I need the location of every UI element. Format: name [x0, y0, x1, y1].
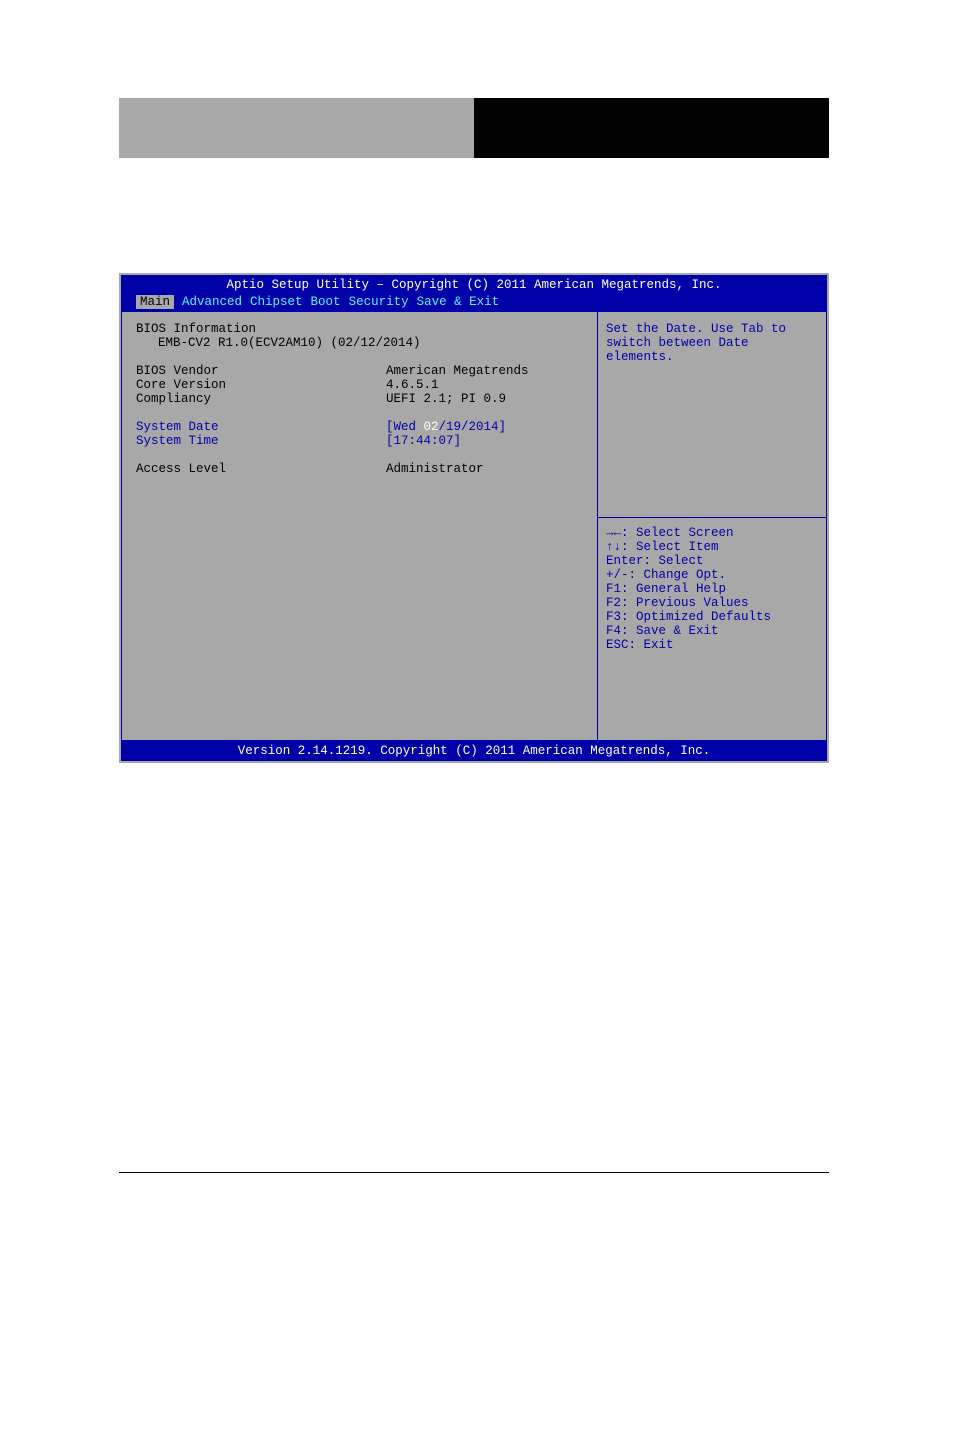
chapter-header-right	[474, 98, 829, 158]
bios-body: BIOS Information EMB-CV2 R1.0(ECV2AM10) …	[121, 311, 827, 741]
row-system-date[interactable]: System Date [Wed 02/19/2014]	[136, 420, 583, 434]
row-system-time[interactable]: System Time [17:44:07]	[136, 434, 583, 448]
value-bios-vendor: American Megatrends	[386, 364, 583, 378]
bios-tab-bar: Main Advanced Chipset Boot Security Save & Ex…	[121, 295, 827, 311]
nav-select-item: ↑↓: Select Item	[606, 540, 818, 554]
row-access: Access Level Administrator	[136, 462, 583, 476]
tab-boot[interactable]: Boot	[311, 295, 341, 309]
bios-help-panel: Set the Date. Use Tab to switch between …	[597, 311, 827, 741]
bios-window: Aptio Setup Utility – Copyright (C) 2011…	[119, 273, 829, 763]
label-system-time: System Time	[136, 434, 386, 448]
bios-info-heading: BIOS Information	[136, 322, 583, 336]
label-access-level: Access Level	[136, 462, 386, 476]
tab-saveexit[interactable]: Save & Exit	[417, 295, 500, 309]
value-access-level: Administrator	[386, 462, 583, 476]
date-month-selected[interactable]: 02	[424, 420, 439, 434]
tab-advanced[interactable]: Advanced	[182, 295, 242, 309]
row-core: Core Version 4.6.5.1	[136, 378, 583, 392]
label-compliancy: Compliancy	[136, 392, 386, 406]
nav-optimized-defaults: F3: Optimized Defaults	[606, 610, 818, 624]
nav-save-exit: F4: Save & Exit	[606, 624, 818, 638]
nav-change-opt: +/-: Change Opt.	[606, 568, 818, 582]
nav-previous-values: F2: Previous Values	[606, 596, 818, 610]
value-system-time[interactable]: [17:44:07]	[386, 434, 583, 448]
bios-main-panel: BIOS Information EMB-CV2 R1.0(ECV2AM10) …	[121, 311, 597, 741]
value-system-date[interactable]: [Wed 02/19/2014]	[386, 420, 583, 434]
bios-help-text: Set the Date. Use Tab to switch between …	[598, 312, 826, 517]
label-bios-vendor: BIOS Vendor	[136, 364, 386, 378]
nav-select-screen: →←: Select Screen	[606, 526, 818, 540]
bios-title: Aptio Setup Utility – Copyright (C) 2011…	[121, 275, 827, 295]
chapter-header-bar	[119, 98, 829, 158]
label-core-version: Core Version	[136, 378, 386, 392]
chapter-header-left	[119, 98, 474, 158]
nav-enter: Enter: Select	[606, 554, 818, 568]
label-system-date: System Date	[136, 420, 386, 434]
value-compliancy: UEFI 2.1; PI 0.9	[386, 392, 583, 406]
tab-chipset[interactable]: Chipset	[250, 295, 303, 309]
nav-esc: ESC: Exit	[606, 638, 818, 652]
bios-nav-help: →←: Select Screen ↑↓: Select Item Enter:…	[598, 518, 826, 740]
tab-security[interactable]: Security	[349, 295, 409, 309]
value-core-version: 4.6.5.1	[386, 378, 583, 392]
page-footer-rule	[119, 1172, 829, 1173]
bios-board-id: EMB-CV2 R1.0(ECV2AM10) (02/12/2014)	[136, 336, 583, 350]
row-compliancy: Compliancy UEFI 2.1; PI 0.9	[136, 392, 583, 406]
row-vendor: BIOS Vendor American Megatrends	[136, 364, 583, 378]
bios-footer: Version 2.14.1219. Copyright (C) 2011 Am…	[121, 741, 827, 761]
nav-general-help: F1: General Help	[606, 582, 818, 596]
tab-main[interactable]: Main	[136, 295, 174, 309]
